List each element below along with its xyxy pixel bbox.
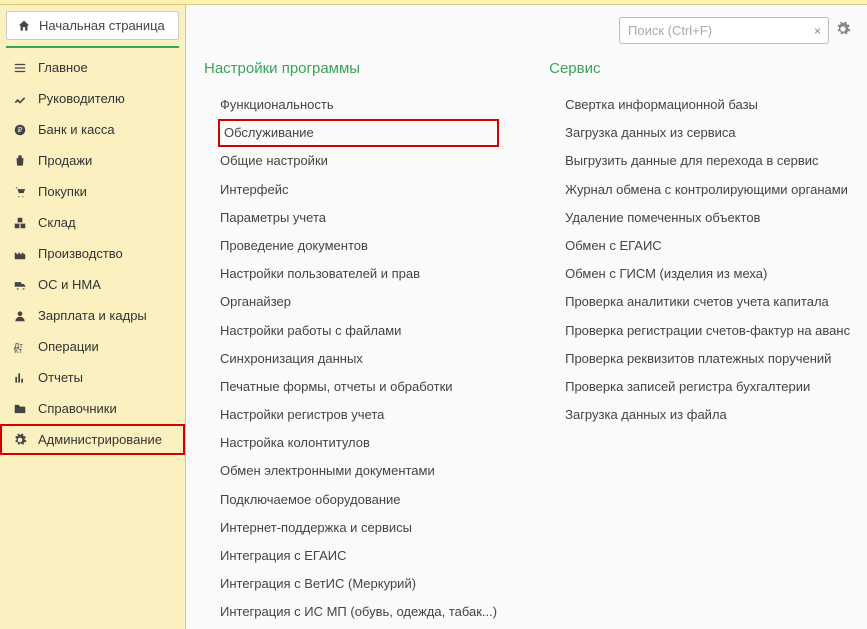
link-vetis-integration[interactable]: Интеграция с ВетИС (Меркурий) bbox=[218, 570, 499, 598]
sidebar-item-hr[interactable]: Зарплата и кадры bbox=[0, 300, 185, 331]
operations-icon: ДтКт bbox=[12, 340, 28, 354]
search-box: × bbox=[619, 17, 829, 44]
link-hardware[interactable]: Подключаемое оборудование bbox=[218, 486, 499, 514]
search-input[interactable] bbox=[619, 17, 829, 44]
link-register-settings[interactable]: Настройки регистров учета bbox=[218, 401, 499, 429]
sidebar-item-label: Зарплата и кадры bbox=[38, 308, 147, 323]
link-general-settings[interactable]: Общие настройки bbox=[218, 147, 499, 175]
start-page-label: Начальная страница bbox=[39, 18, 165, 33]
sidebar-item-production[interactable]: Производство bbox=[0, 238, 185, 269]
list-icon bbox=[12, 61, 28, 75]
settings-gear-icon[interactable] bbox=[833, 19, 853, 42]
link-accounting-params[interactable]: Параметры учета bbox=[218, 204, 499, 232]
link-document-posting[interactable]: Проведение документов bbox=[218, 232, 499, 260]
sidebar-item-operations[interactable]: ДтКт Операции bbox=[0, 331, 185, 362]
sidebar-item-label: Отчеты bbox=[38, 370, 83, 385]
layout: Начальная страница Главное Руководителю … bbox=[0, 5, 867, 629]
link-load-from-file[interactable]: Загрузка данных из файла bbox=[563, 401, 852, 429]
link-check-payments[interactable]: Проверка реквизитов платежных поручений bbox=[563, 345, 852, 373]
sidebar-item-catalogs[interactable]: Справочники bbox=[0, 393, 185, 424]
link-egais-integration[interactable]: Интеграция с ЕГАИС bbox=[218, 542, 499, 570]
cart-icon bbox=[12, 185, 28, 199]
home-icon bbox=[17, 19, 31, 33]
sidebar-item-sales[interactable]: Продажи bbox=[0, 145, 185, 176]
sidebar: Начальная страница Главное Руководителю … bbox=[0, 5, 186, 629]
sidebar-item-administration[interactable]: Администрирование bbox=[0, 424, 185, 455]
sidebar-item-label: Руководителю bbox=[38, 91, 125, 106]
truck-icon bbox=[12, 278, 28, 292]
link-internet-support[interactable]: Интернет-поддержка и сервисы bbox=[218, 514, 499, 542]
link-edoc-exchange[interactable]: Обмен электронными документами bbox=[218, 457, 499, 485]
link-ismp-integration[interactable]: Интеграция с ИС МП (обувь, одежда, табак… bbox=[218, 598, 499, 626]
link-functionality[interactable]: Функциональность bbox=[218, 91, 499, 119]
link-egais-exchange[interactable]: Обмен с ЕГАИС bbox=[563, 232, 852, 260]
start-page-button[interactable]: Начальная страница bbox=[6, 11, 179, 40]
link-check-accounting[interactable]: Проверка записей регистра бухгалтерии bbox=[563, 373, 852, 401]
sidebar-item-label: Справочники bbox=[38, 401, 117, 416]
link-gism-exchange[interactable]: Обмен с ГИСМ (изделия из меха) bbox=[563, 260, 852, 288]
sidebar-item-director[interactable]: Руководителю bbox=[0, 83, 185, 114]
settings-heading: Настройки программы bbox=[204, 60, 499, 77]
link-export-for-service[interactable]: Выгрузить данные для перехода в сервис bbox=[563, 147, 852, 175]
chart-line-icon bbox=[12, 92, 28, 106]
sidebar-item-stock[interactable]: Склад bbox=[0, 207, 185, 238]
service-heading: Сервис bbox=[549, 60, 852, 77]
sidebar-item-assets[interactable]: ОС и НМА bbox=[0, 269, 185, 300]
sidebar-item-bank[interactable]: ₽ Банк и касса bbox=[0, 114, 185, 145]
link-data-sync[interactable]: Синхронизация данных bbox=[218, 345, 499, 373]
sidebar-item-label: Банк и касса bbox=[38, 122, 115, 137]
gear-icon bbox=[12, 433, 28, 447]
link-load-from-service[interactable]: Загрузка данных из сервиса bbox=[563, 119, 852, 147]
link-files-settings[interactable]: Настройки работы с файлами bbox=[218, 317, 499, 345]
link-headers-footers[interactable]: Настройка колонтитулов bbox=[218, 429, 499, 457]
link-check-invoices[interactable]: Проверка регистрации счетов-фактур на ав… bbox=[563, 317, 852, 345]
start-page-active-underline bbox=[6, 46, 179, 48]
link-organizer[interactable]: Органайзер bbox=[218, 288, 499, 316]
sidebar-item-label: ОС и НМА bbox=[38, 277, 101, 292]
svg-text:₽: ₽ bbox=[18, 125, 23, 134]
person-icon bbox=[12, 309, 28, 323]
bar-chart-icon bbox=[12, 371, 28, 385]
folder-icon bbox=[12, 402, 28, 416]
sidebar-item-label: Покупки bbox=[38, 184, 87, 199]
svg-text:Кт: Кт bbox=[14, 345, 22, 353]
link-check-capital[interactable]: Проверка аналитики счетов учета капитала bbox=[563, 288, 852, 316]
link-maintenance[interactable]: Обслуживание bbox=[218, 119, 499, 147]
factory-icon bbox=[12, 247, 28, 261]
settings-column: Настройки программы Функциональность Обс… bbox=[204, 60, 499, 629]
link-interface[interactable]: Интерфейс bbox=[218, 176, 499, 204]
sidebar-item-reports[interactable]: Отчеты bbox=[0, 362, 185, 393]
sidebar-item-main[interactable]: Главное bbox=[0, 52, 185, 83]
content-columns: Настройки программы Функциональность Обс… bbox=[204, 60, 853, 629]
sidebar-item-label: Продажи bbox=[38, 153, 92, 168]
sidebar-item-purchases[interactable]: Покупки bbox=[0, 176, 185, 207]
boxes-icon bbox=[12, 216, 28, 230]
main-panel: × Настройки программы Функциональность О… bbox=[186, 5, 867, 629]
ruble-icon: ₽ bbox=[12, 123, 28, 137]
sidebar-item-label: Операции bbox=[38, 339, 99, 354]
sidebar-item-label: Производство bbox=[38, 246, 123, 261]
link-db-shrink[interactable]: Свертка информационной базы bbox=[563, 91, 852, 119]
service-link-list: Свертка информационной базы Загрузка дан… bbox=[549, 91, 852, 429]
settings-link-list: Функциональность Обслуживание Общие наст… bbox=[204, 91, 499, 629]
clear-search-button[interactable]: × bbox=[810, 22, 825, 40]
link-delete-marked[interactable]: Удаление помеченных объектов bbox=[563, 204, 852, 232]
service-column: Сервис Свертка информационной базы Загру… bbox=[549, 60, 852, 629]
link-users-rights[interactable]: Настройки пользователей и прав bbox=[218, 260, 499, 288]
search-row: × bbox=[204, 15, 853, 60]
sidebar-item-label: Администрирование bbox=[38, 432, 162, 447]
bag-icon bbox=[12, 154, 28, 168]
sidebar-item-label: Склад bbox=[38, 215, 76, 230]
link-exchange-log[interactable]: Журнал обмена с контролирующими органами bbox=[563, 176, 852, 204]
link-print-forms[interactable]: Печатные формы, отчеты и обработки bbox=[218, 373, 499, 401]
sidebar-item-label: Главное bbox=[38, 60, 88, 75]
